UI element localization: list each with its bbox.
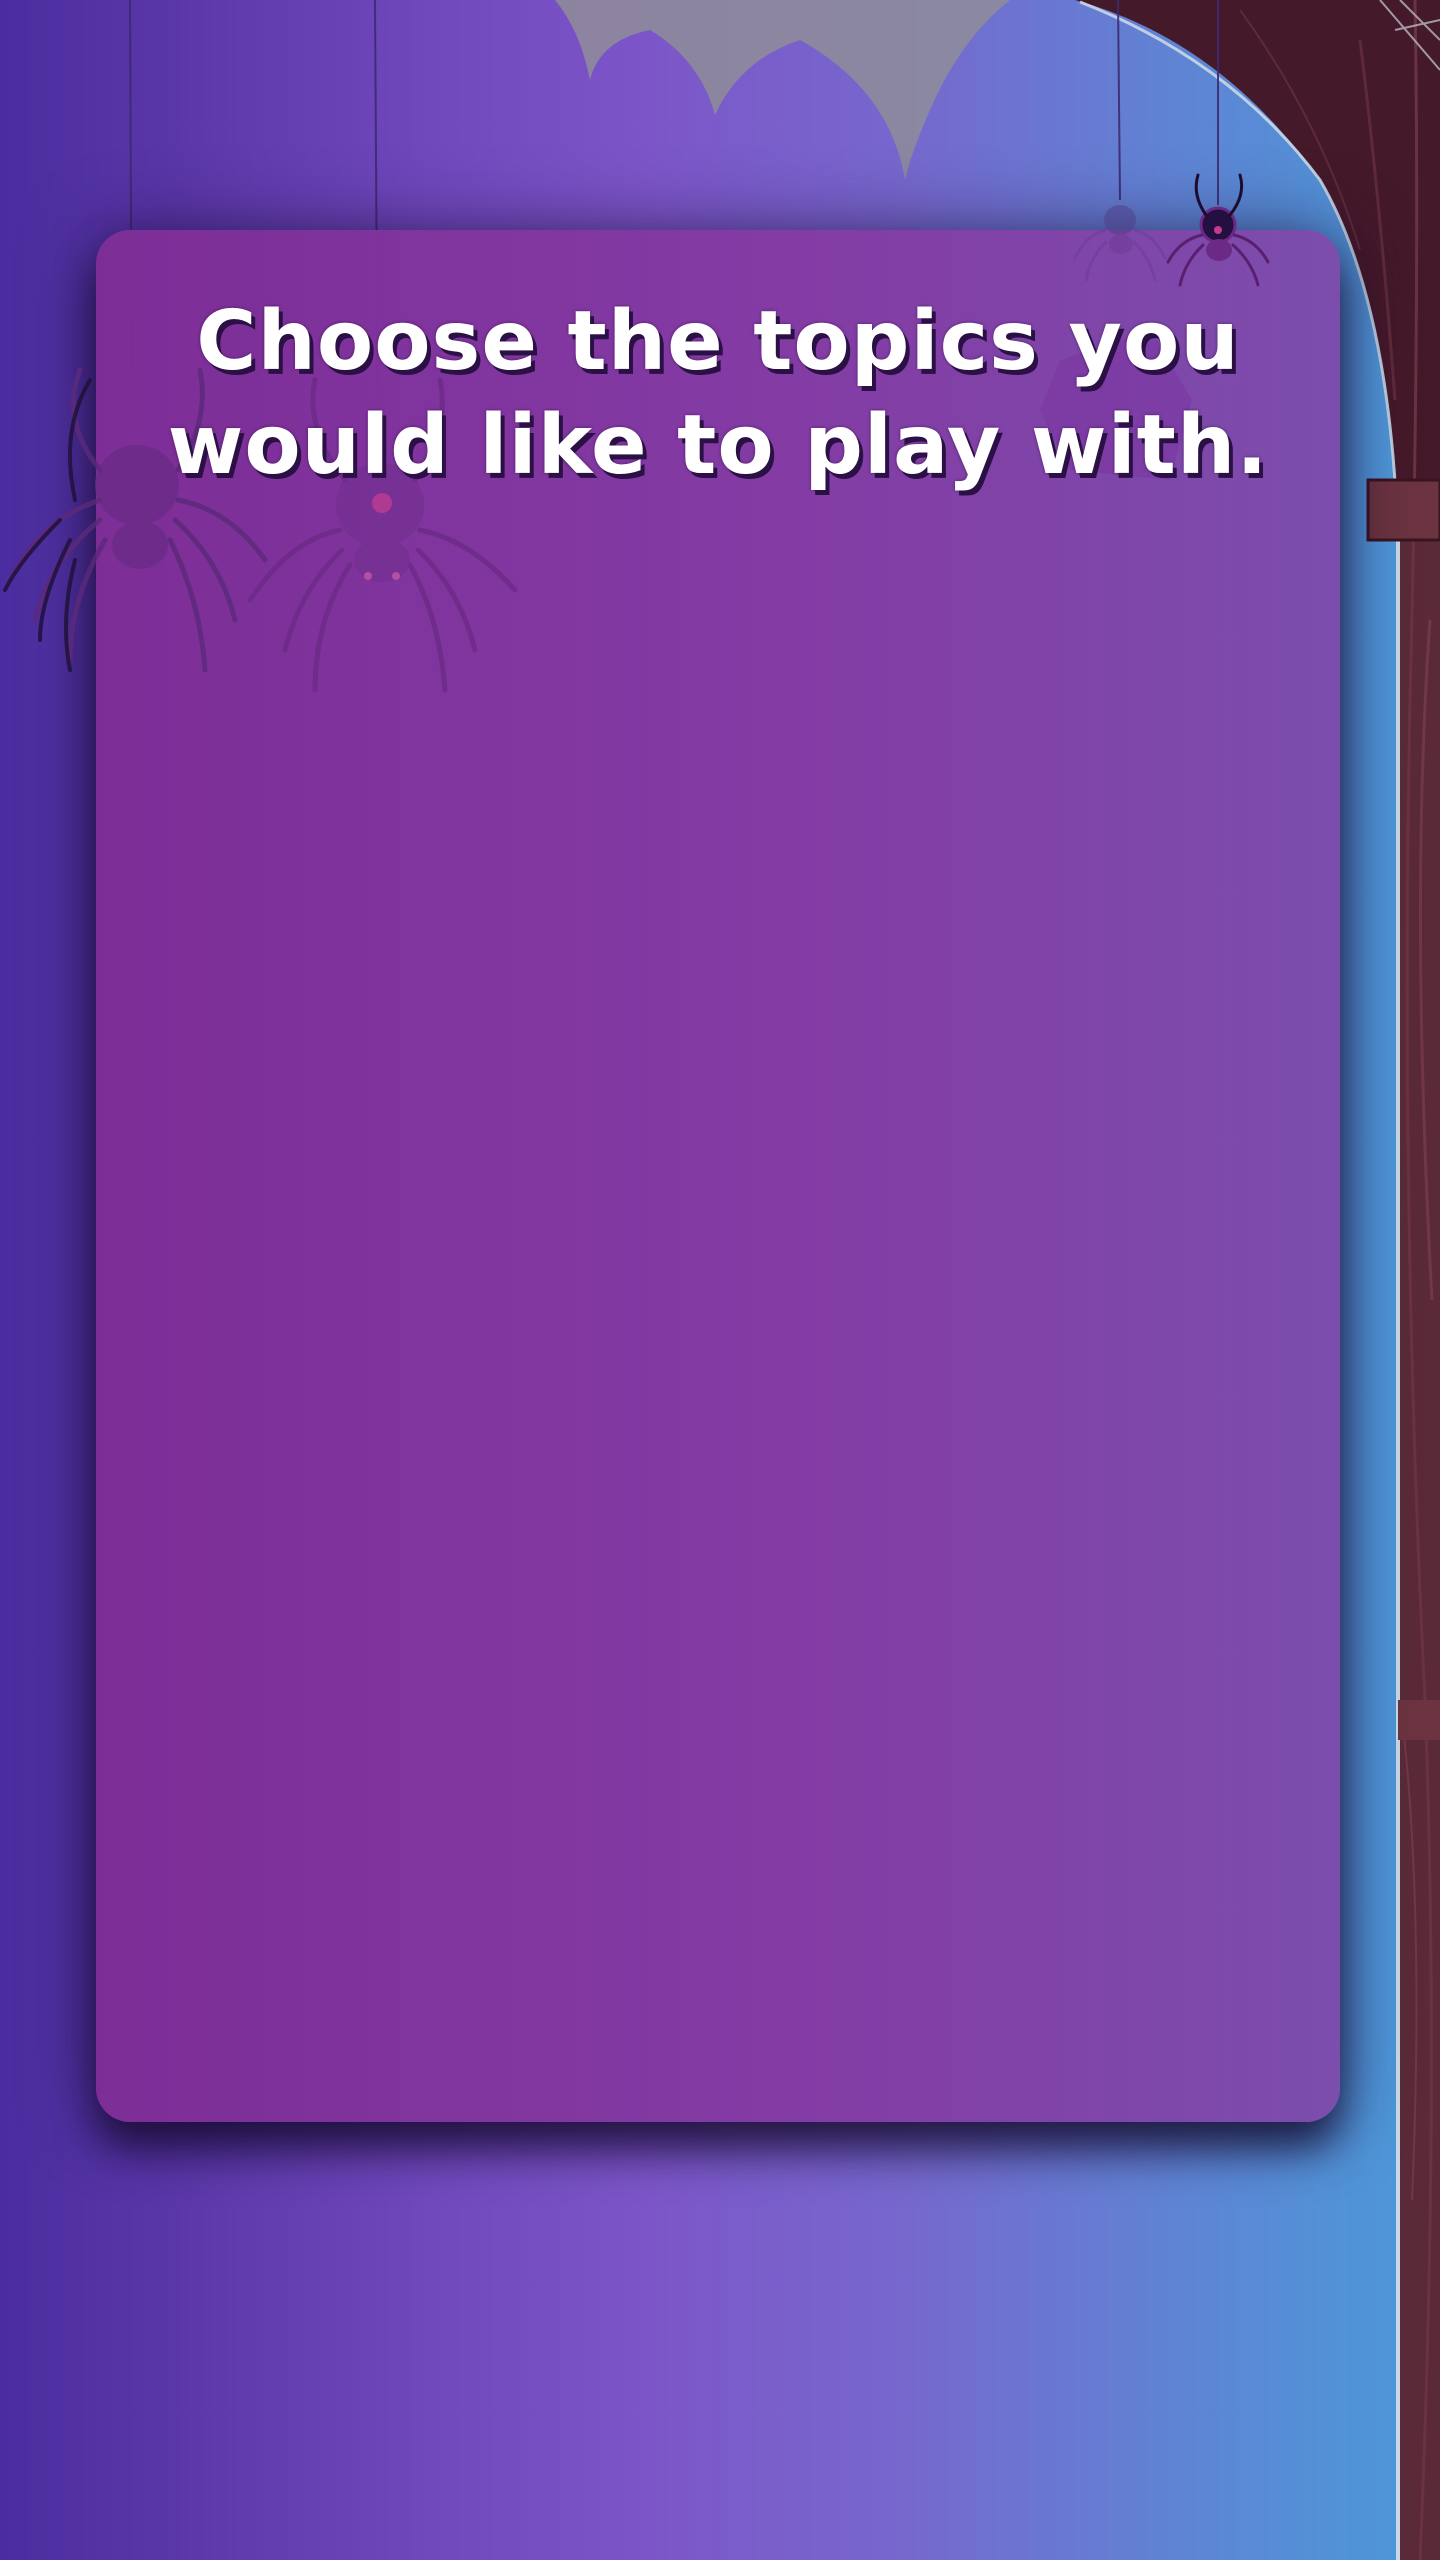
game-scene: Choose the topics you would like to play… <box>0 0 1440 2560</box>
page-title: Choose the topics you would like to play… <box>167 294 1269 493</box>
topics-panel <box>96 230 1340 2122</box>
cobweb-top <box>555 0 1010 180</box>
